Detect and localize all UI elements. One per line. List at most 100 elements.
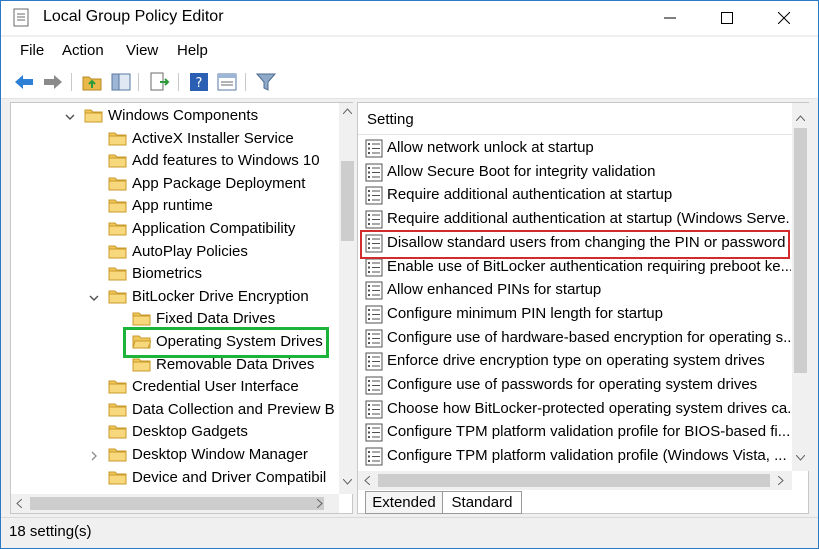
tree-item[interactable]: AutoPlay Policies <box>11 241 339 263</box>
menu-action[interactable]: Action <box>62 42 104 59</box>
tree-hscroll-thumb[interactable] <box>30 497 324 510</box>
show-hide-tree-icon[interactable] <box>110 71 132 93</box>
forward-arrow-icon[interactable] <box>42 71 64 93</box>
export-list-icon[interactable] <box>148 71 170 93</box>
tree-item[interactable]: Add features to Windows 10 <box>11 150 339 172</box>
policy-setting-icon <box>365 376 383 395</box>
column-header-setting[interactable]: Setting <box>367 111 414 128</box>
folder-icon <box>108 469 127 485</box>
tree-item[interactable]: Credential User Interface <box>11 376 339 398</box>
menu-help[interactable]: Help <box>177 42 208 59</box>
setting-row[interactable]: Allow Secure Boot for integrity validati… <box>363 160 791 184</box>
setting-row[interactable]: Choose how BitLocker-protected operating… <box>363 397 791 421</box>
tree-item-label: Desktop Gadgets <box>132 423 248 441</box>
gpedit-window: Local Group Policy Editor File Action Vi… <box>0 0 819 549</box>
policy-setting-icon <box>365 163 383 182</box>
filter-icon[interactable] <box>255 71 277 93</box>
setting-row[interactable]: Configure use of passwords for operating… <box>363 373 791 397</box>
policy-setting-icon <box>365 447 383 466</box>
menu-view[interactable]: View <box>126 42 158 59</box>
policy-setting-icon <box>365 186 383 205</box>
help-icon[interactable]: ? <box>188 71 210 93</box>
setting-row[interactable]: Configure minimum PIN length for startup <box>363 302 791 326</box>
tree-item[interactable]: ActiveX Installer Service <box>11 128 339 150</box>
scroll-right-icon[interactable] <box>317 499 323 508</box>
chevron-down-icon[interactable] <box>64 110 76 122</box>
policy-setting-icon <box>365 352 383 371</box>
chevron-right-icon[interactable] <box>88 449 100 461</box>
settings-hscroll-thumb[interactable] <box>378 474 770 487</box>
tab-extended[interactable]: Extended <box>365 491 443 514</box>
close-button[interactable] <box>761 1 807 35</box>
setting-row[interactable]: Configure TPM platform validation profil… <box>363 444 791 468</box>
tree-item[interactable]: Desktop Window Manager <box>11 444 339 466</box>
minimize-icon <box>664 17 676 19</box>
tree-item-label: Windows Components <box>108 107 259 124</box>
tree-item[interactable]: BitLocker Drive Encryption <box>11 286 339 308</box>
setting-name: Allow enhanced PINs for startup <box>387 281 602 299</box>
chevron-down-icon[interactable] <box>88 291 100 303</box>
tree-item[interactable]: Windows Components <box>11 105 339 127</box>
window-title: Local Group Policy Editor <box>43 8 224 25</box>
folder-icon <box>108 175 127 191</box>
settings-horizontal-scrollbar[interactable] <box>358 471 792 490</box>
tree-item[interactable]: Data Collection and Preview B <box>11 399 339 421</box>
scroll-left-icon[interactable] <box>364 476 370 485</box>
close-icon <box>778 12 790 24</box>
setting-row[interactable]: Configure TPM platform validation profil… <box>363 420 791 444</box>
status-bar: 18 setting(s) <box>1 517 818 548</box>
policy-setting-icon <box>365 329 383 348</box>
folder-icon <box>108 152 127 168</box>
tree-item[interactable]: Application Compatibility <box>11 218 339 240</box>
scroll-left-icon[interactable] <box>16 499 22 508</box>
maximize-button[interactable] <box>704 1 750 35</box>
tree-pane[interactable]: Windows Components ActiveX Installer Serv… <box>10 102 356 514</box>
tree-item-label: Fixed Data Drives <box>156 310 276 328</box>
scroll-up-icon[interactable] <box>796 115 805 121</box>
scroll-right-icon[interactable] <box>778 476 784 485</box>
tree-item[interactable]: App Package Deployment <box>11 173 339 195</box>
tree-item[interactable]: Desktop Gadgets <box>11 421 339 443</box>
header-divider <box>358 134 792 135</box>
setting-row[interactable]: Configure use of hardware-based encrypti… <box>363 326 791 350</box>
tree-vertical-scrollbar[interactable] <box>339 103 356 494</box>
setting-row[interactable]: Enforce drive encryption type on operati… <box>363 349 791 373</box>
menu-bar: File Action View Help <box>1 37 818 65</box>
setting-row[interactable]: Allow enhanced PINs for startup <box>363 278 791 302</box>
scroll-down-icon[interactable] <box>796 455 805 461</box>
tab-standard[interactable]: Standard <box>442 491 522 514</box>
tree-item[interactable]: App runtime <box>11 195 339 217</box>
scroll-down-icon[interactable] <box>343 479 352 485</box>
policy-setting-icon <box>365 281 383 300</box>
tree-scroll-thumb[interactable] <box>341 161 354 241</box>
tree-horizontal-scrollbar[interactable] <box>11 494 339 513</box>
settings-vertical-scrollbar[interactable] <box>792 103 809 471</box>
up-folder-icon[interactable] <box>81 71 103 93</box>
folder-icon <box>84 107 103 123</box>
setting-row[interactable]: Require additional authentication at sta… <box>363 183 791 207</box>
tree-item[interactable]: Device and Driver Compatibil <box>11 467 339 489</box>
toolbar-separator <box>138 73 139 91</box>
setting-name: Allow Secure Boot for integrity validati… <box>387 162 656 180</box>
toolbar-separator <box>245 73 246 91</box>
maximize-icon <box>721 12 733 24</box>
tree-item-label: Biometrics <box>132 265 203 283</box>
tree-item[interactable]: Biometrics <box>11 263 339 285</box>
tree-item-label: BitLocker Drive Encryption <box>132 287 309 305</box>
settings-scroll-thumb[interactable] <box>794 128 807 373</box>
setting-row[interactable]: Require additional authentication at sta… <box>363 207 791 231</box>
minimize-button[interactable] <box>647 1 693 35</box>
tree-item-label: Removable Data Drives <box>156 355 315 373</box>
menu-file[interactable]: File <box>20 42 44 59</box>
setting-row[interactable]: Allow network unlock at startup <box>363 136 791 160</box>
policy-setting-icon <box>365 210 383 229</box>
setting-name: Configure TPM platform validation profil… <box>387 447 787 465</box>
tree-item-label: App runtime <box>132 197 213 215</box>
properties-icon[interactable] <box>216 71 238 93</box>
settings-pane[interactable]: Setting Allow network unlock at startup A… <box>357 102 809 514</box>
toolbar: ? <box>1 65 818 99</box>
back-arrow-icon[interactable] <box>13 71 35 93</box>
title-bar[interactable]: Local Group Policy Editor <box>1 1 818 35</box>
setting-name: Configure use of hardware-based encrypti… <box>387 328 791 346</box>
scroll-up-icon[interactable] <box>343 108 352 114</box>
